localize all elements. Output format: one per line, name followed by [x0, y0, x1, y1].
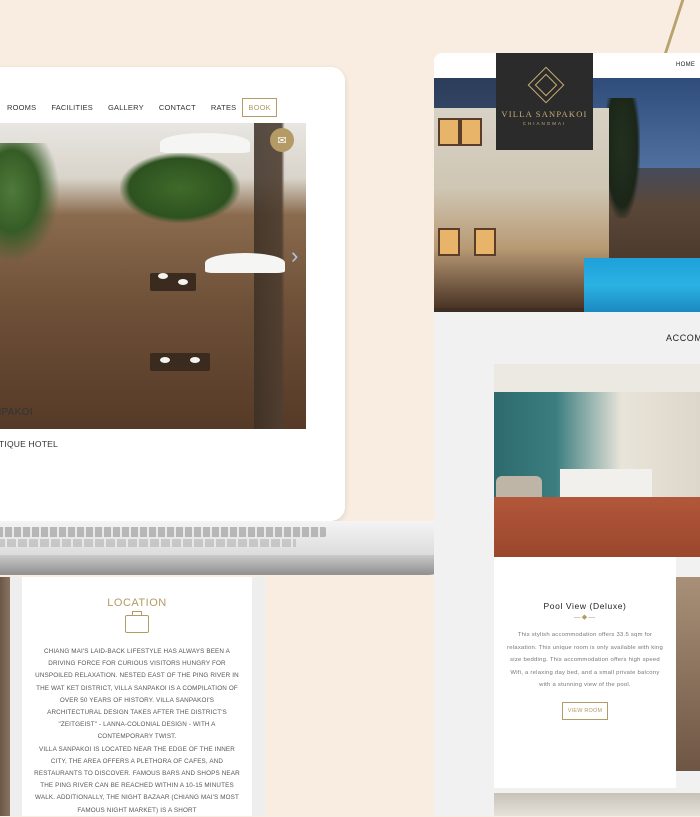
room-photo	[494, 364, 700, 557]
tree-shape	[604, 98, 640, 218]
hotel-caption-title: SANPAKOI	[0, 407, 33, 418]
view-room-button[interactable]: VIEW ROOM	[561, 701, 609, 720]
logo-name: VILLA SANPAKOI	[501, 109, 588, 119]
room-photo-secondary	[676, 577, 700, 771]
swimming-pool	[584, 258, 700, 312]
desktop-website: HOME VILLA SANPAKOI CHIANGMAI ACCOM Pool…	[434, 53, 700, 816]
image-strip	[0, 577, 10, 816]
nav-home[interactable]: HOME	[676, 62, 695, 68]
laptop-edge	[0, 555, 447, 575]
book-button[interactable]: BOOK	[242, 97, 277, 117]
room-photo-next	[494, 793, 700, 816]
umbrella-shape	[205, 253, 285, 273]
umbrella-shape	[160, 133, 250, 153]
nav-contact[interactable]: CONTACT	[159, 103, 196, 112]
plate-shape	[158, 273, 168, 279]
nav-rates[interactable]: RATES	[211, 103, 236, 112]
keyboard-surface	[0, 521, 447, 555]
slider-next-arrow-icon[interactable]: ›	[291, 243, 298, 269]
keyboard-keys	[0, 539, 296, 547]
window-shape	[474, 228, 496, 256]
window-shape	[438, 228, 460, 256]
messenger-icon[interactable]: ✉	[270, 128, 294, 152]
tiled-floor	[494, 497, 700, 557]
hotel-logo[interactable]: VILLA SANPAKOI CHIANGMAI	[496, 53, 593, 150]
room-description: This stylish accommodation offers 33.5 s…	[507, 632, 663, 688]
decorative-corner-pattern	[662, 0, 700, 57]
nav-facilities[interactable]: FACILITIES	[51, 103, 93, 112]
dining-table	[150, 353, 210, 371]
plate-shape	[190, 357, 200, 363]
section-title: ACCOM	[666, 333, 700, 343]
nav-rooms[interactable]: ROOMS	[7, 103, 36, 112]
room-card: Pool View (Deluxe) —◆— This stylish acco…	[494, 557, 676, 788]
keyboard-keys	[0, 527, 326, 537]
laptop-keyboard-base	[0, 521, 447, 577]
hedge-decoration	[120, 153, 240, 223]
window-shape	[460, 118, 482, 146]
location-title: LOCATION	[107, 597, 167, 609]
mobile-page: LOCATION CHIANG MAI'S LAID-BACK LIFESTYL…	[0, 577, 265, 816]
hero-slideshow-image	[0, 123, 306, 429]
laptop-screen: ROOMS FACILITIES GALLERY CONTACT RATES B…	[0, 67, 345, 521]
hotel-caption-subtitle: BOUTIQUE HOTEL	[0, 439, 58, 449]
logo-city: CHIANGMAI	[522, 121, 567, 126]
location-paragraph-2: VILLA SANPAKOI IS LOCATED NEAR THE EDGE …	[34, 745, 240, 814]
location-paragraph-1: CHIANG MAI'S LAID-BACK LIFESTYLE HAS ALW…	[35, 648, 239, 741]
dining-table	[150, 273, 196, 291]
plate-shape	[160, 357, 170, 363]
laptop-website: ROOMS FACILITIES GALLERY CONTACT RATES B…	[0, 95, 306, 489]
ceiling	[494, 364, 700, 392]
ornament-divider: —◆—	[573, 614, 597, 621]
logo-emblem-icon	[526, 65, 564, 104]
plate-shape	[178, 279, 188, 285]
laptop-nav-bar: ROOMS FACILITIES GALLERY CONTACT RATES B…	[0, 95, 306, 119]
location-card: LOCATION CHIANG MAI'S LAID-BACK LIFESTYL…	[22, 577, 252, 816]
plant-decoration	[0, 143, 60, 263]
nav-gallery[interactable]: GALLERY	[108, 103, 144, 112]
suitcase-icon	[125, 611, 149, 633]
window-shape	[438, 118, 460, 146]
room-title: Pool View (Deluxe)	[543, 601, 627, 611]
